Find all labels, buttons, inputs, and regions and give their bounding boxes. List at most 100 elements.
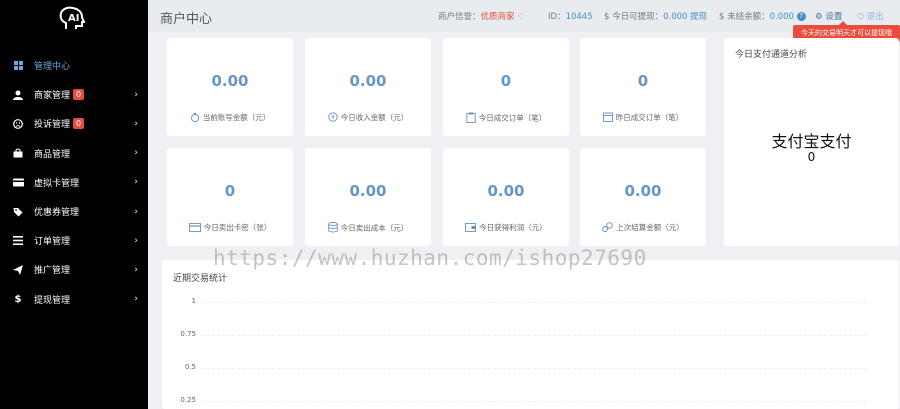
logo-text: AI <box>68 13 80 24</box>
sidebar-item-label: 推广管理 <box>34 266 71 277</box>
sidebar-item-label: 商家管理 <box>34 91 71 102</box>
withdrawable-label: $ 今日可提现： <box>604 12 664 22</box>
sidebar-item-dashboard[interactable]: 管理中心 <box>0 51 148 80</box>
stat-label: 上次结算金额（元） <box>616 223 684 232</box>
coins-icon <box>602 222 613 234</box>
sidebar-item-orders[interactable]: 订单管理 › <box>0 226 148 255</box>
svg-text:¥: ¥ <box>331 114 335 121</box>
y-tick-label: 0.5 <box>184 363 196 371</box>
frown-icon <box>12 118 24 130</box>
send-icon <box>12 264 24 276</box>
stat-card-today-income: 0.00 ¥ 今日收入金额（元） <box>305 38 431 136</box>
grid-line <box>202 401 867 402</box>
sidebar-item-products[interactable]: 商品管理 › <box>0 139 148 168</box>
sidebar-item-label: 虚拟卡管理 <box>34 178 80 189</box>
tag-icon <box>12 206 24 218</box>
sidebar-item-label: 提现管理 <box>34 295 71 306</box>
stat-card-today-orders: 0 今日成交订单（笔） <box>443 38 569 136</box>
sidebar-item-label: 商品管理 <box>34 149 71 160</box>
sidebar-item-merchants[interactable]: 商家管理 0 › <box>0 80 148 109</box>
logout-link[interactable]: ⏻ 退出 <box>857 10 883 22</box>
payment-channel-title: 今日支付通道分析 <box>735 50 808 60</box>
sidebar-nav: 管理中心 商家管理 0 › 投诉管理 0 › 商品管理 › 虚拟卡管理 › 优惠… <box>0 51 148 314</box>
grid-line <box>202 335 867 336</box>
stat-label-row: 今日卖出成本（元） <box>305 221 431 235</box>
recent-transactions-title: 近期交易统计 <box>173 274 228 284</box>
withdrawable-value: 0.000 <box>663 12 688 22</box>
stat-card-cards-sold: 0 今日卖出卡密（张） <box>167 148 293 246</box>
watermark: https://www.huzhan.com/ishop27690 <box>213 246 647 270</box>
count-badge: 0 <box>73 118 85 130</box>
credit-value: 优质商家 <box>480 12 515 22</box>
stat-label-row: 今日获得利润（元） <box>443 222 569 234</box>
stat-card-last-settlement: 0.00 上次结算金额（元） <box>580 148 706 246</box>
sidebar-item-virtual-cards[interactable]: 虚拟卡管理 › <box>0 168 148 197</box>
coin-icon: ¥ <box>328 112 338 124</box>
sidebar-item-complaints[interactable]: 投诉管理 0 › <box>0 109 148 138</box>
grid-line <box>202 302 867 303</box>
chevron-right-icon: › <box>134 235 138 246</box>
stat-label-row: 今日成交订单（笔） <box>443 112 569 125</box>
user-icon <box>12 89 24 101</box>
dollar-icon: $ <box>14 293 22 305</box>
chevron-right-icon: › <box>134 89 138 100</box>
card-icon <box>12 176 24 188</box>
gear-icon: ⚙ <box>815 12 823 22</box>
unsettled-value: 0.000 <box>769 12 794 22</box>
stat-card-account-balance: 0.00 当前账号金额（元） <box>167 38 293 136</box>
stat-label: 当前账号金额（元） <box>202 113 271 122</box>
stat-label-row: ¥ 今日收入金额（元） <box>305 112 431 124</box>
question-icon[interactable]: ? <box>796 12 806 21</box>
y-tick-label: 0.75 <box>180 330 196 338</box>
grid-line <box>202 368 867 369</box>
stat-value: 0.00 <box>349 182 387 200</box>
stat-value: 0.00 <box>624 182 662 200</box>
stat-value: 0 <box>637 72 649 90</box>
database-icon <box>327 221 338 235</box>
sidebar-item-label: 管理中心 <box>34 62 71 73</box>
dashboard-icon <box>12 60 24 72</box>
logo[interactable]: AI <box>57 6 89 32</box>
sidebar-item-promotion[interactable]: 推广管理 › <box>0 255 148 284</box>
stat-value: 0 <box>224 182 236 200</box>
help-circle-icon: ♡ <box>517 12 525 22</box>
bag-icon <box>12 147 24 159</box>
sidebar: AI 管理中心 商家管理 0 › 投诉管理 0 › 商品管理 › 虚拟卡管理 ›… <box>0 0 148 409</box>
sidebar-item-label: 优惠券管理 <box>34 208 80 219</box>
id-value: 10445 <box>565 12 593 22</box>
chevron-right-icon: › <box>134 206 138 217</box>
sidebar-item-label: 订单管理 <box>34 237 71 248</box>
stat-label: 昨日成交订单（笔） <box>615 113 684 122</box>
payment-channel-value: 0 <box>807 150 816 164</box>
stat-card-yesterday-orders: 0 昨日成交订单（笔） <box>580 38 706 136</box>
stat-label: 今日获得利润（元） <box>479 223 547 232</box>
clipboard-icon <box>466 112 476 125</box>
sidebar-item-withdrawals[interactable]: $ 提现管理 › <box>0 285 148 314</box>
y-tick-label: 0.25 <box>180 396 196 404</box>
sidebar-item-coupons[interactable]: 优惠券管理 › <box>0 197 148 226</box>
chevron-right-icon: › <box>134 118 138 129</box>
stat-label-row: 当前账号金额（元） <box>167 112 293 124</box>
stat-label: 今日成交订单（笔） <box>478 113 547 123</box>
stat-value: 0.00 <box>211 72 249 90</box>
list-icon <box>12 235 24 247</box>
stat-value: 0.00 <box>487 182 525 200</box>
stat-value: 0 <box>500 72 512 90</box>
credit-info: 商户信誉：优质商家 ♡ <box>438 10 525 22</box>
withdraw-link[interactable]: 提现 <box>690 12 707 22</box>
unsettled-info: $ 未结余额：0.000 ? <box>719 10 806 22</box>
chevron-right-icon: › <box>134 264 138 275</box>
top-header: 商户中心 商户信誉：优质商家 ♡ ID：10445 $ 今日可提现：0.000 … <box>148 0 900 32</box>
calendar-icon <box>602 112 613 124</box>
chevron-right-icon: › <box>134 148 138 159</box>
chevron-right-icon: › <box>134 294 138 305</box>
id-label: ID： <box>548 12 566 22</box>
money-bag-icon <box>190 112 200 124</box>
y-tick-label: 1 <box>191 297 196 305</box>
recent-transactions-panel: 近期交易统计 1 0.75 0.5 0.25 <box>162 260 899 409</box>
payment-channel-name: 支付宝支付 <box>771 132 852 151</box>
payment-channel-card: 今日支付通道分析 支付宝支付 0 <box>724 38 899 246</box>
stat-label: 今日卖出卡密（张） <box>203 223 272 232</box>
stat-card-cost-sold: 0.00 今日卖出成本（元） <box>305 148 431 246</box>
stat-label: 今日收入金额（元） <box>340 113 409 122</box>
